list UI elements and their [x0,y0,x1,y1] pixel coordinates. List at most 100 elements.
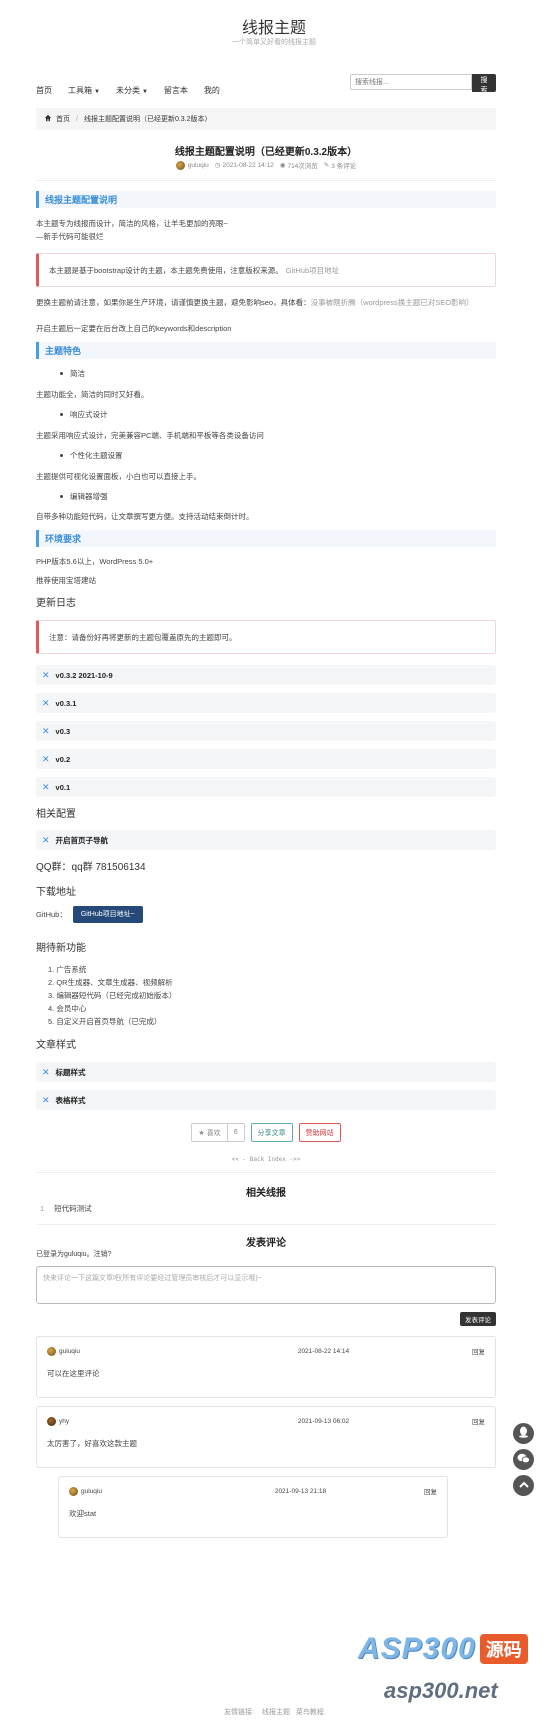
qq-float-button[interactable] [513,1423,534,1444]
feature-desc: 自带多种功能短代码，让文章撰写更方便。支持活动结束倒计时。 [36,512,254,521]
close-icon: ✕ [42,697,50,708]
post-author[interactable]: guluqiu [175,160,209,170]
env-bt: 推荐使用宝塔建站 [36,576,96,585]
search-button[interactable]: 搜索 [472,74,496,94]
bullet [60,495,63,498]
post-title: 线报主题配置说明（已经更新0.3.2版本） [174,147,358,158]
close-icon: ✕ [42,834,50,845]
watermark-brand: ASP300 [358,1632,476,1665]
edit-icon: ✎ [323,162,330,169]
nav-home[interactable]: 首页 [36,85,52,96]
github-label: GitHub： [36,910,67,919]
like-count: 6 [233,1129,238,1136]
heading-changelog: 更新日志 [36,598,76,609]
heading-env: 环境要求 [36,530,496,547]
wechat-float-button[interactable] [513,1449,534,1470]
date-text: 2021-08-22 14:12 [222,161,274,169]
accordion-item[interactable]: ✕ v0.1 [36,777,496,797]
bullet [60,454,63,457]
related-link[interactable]: 短代码测试 [54,1202,92,1215]
back-index-link[interactable]: << - Back Index ->> [36,1156,496,1163]
github-row: GitHub： GitHub项目地址~ [36,906,496,923]
reply-button[interactable]: 回复 [455,1346,485,1356]
penguin-icon [518,1426,529,1441]
eye-icon: ◉ [279,162,286,169]
heading-style: 文章样式 [36,1040,76,1051]
divider [36,1224,496,1225]
comment-text: 可以在这里评论 [47,1369,100,1378]
accordion-item[interactable]: ✕ v0.3.1 [36,693,496,713]
footer-label: 友情链接: [224,1709,255,1716]
breadcrumb-home[interactable]: 首页 [56,114,70,124]
comment-header: guluqiu 2021-08-22 14:14 回复 [37,1340,495,1362]
sponsor-button[interactable]: 赞助网站 [298,1123,341,1142]
list-item: 1. 广告系统 [48,965,87,974]
comment-form-title: 发表评论 [246,1238,286,1249]
qq-group: QQ群：qq群 781506134 [36,862,146,873]
intro-line-1: 本主题专为线报而设计，简洁的风格，让羊毛更加的亮眼~ [36,219,228,228]
github-link[interactable]: GitHub项目地址 [286,265,339,276]
comment-author-name: guluqiu [81,1487,102,1495]
watermark-tag: 源码 [479,1634,528,1664]
heading-download: 下载地址 [36,887,76,898]
back-to-top-button[interactable] [513,1475,534,1496]
accordion-label: 表格样式 [55,1095,86,1105]
comment-header: yhy 2021-09-13 06:02 回复 [37,1410,495,1432]
chevron-down-icon: ▼ [94,88,100,95]
accordion-item[interactable]: ✕ 标题样式 [36,1062,496,1082]
list-item-text: 编辑器增强 [70,492,108,501]
close-icon: ✕ [42,753,50,764]
accordion-label: 开启首页子导航 [55,835,109,845]
nav-me[interactable]: 我的 [204,85,220,96]
accordion-item[interactable]: ✕ v0.3.2 2021-10-9 [36,665,496,685]
comment-time: 2021-09-13 21:18 [274,1487,327,1495]
submit-comment-button[interactable]: 发表评论 [460,1312,496,1326]
site-title[interactable]: 线报主题 [0,14,548,38]
watermark-brand-row: ASP300 源码 [358,1632,528,1666]
chevron-down-icon: ▼ [141,88,148,95]
accordion-item[interactable]: ✕ v0.2 [36,749,496,769]
site-subtitle: 一个简单又好看的线报主题 [232,39,316,46]
comment-card-reply: guluqiu 2021-09-13 21:18 回复 欢迎stat [58,1476,448,1538]
close-icon: ✕ [42,1066,50,1077]
footer-link[interactable]: 菜鸟教程 [296,1709,324,1716]
seo-article-link[interactable]: 没事被瞎折腾（wordpress换主题已对SEO影响） [311,298,474,307]
comment-card: yhy 2021-09-13 06:02 回复 太厉害了，好喜欢这款主题 [36,1406,496,1468]
accordion-item[interactable]: ✕ 表格样式 [36,1090,496,1110]
views-text: 714次浏览 [287,163,318,170]
accordion-label: v0.1 [55,782,71,792]
post-comments[interactable]: ✎ 3 条评论 [324,160,356,170]
like-button[interactable]: ★ 喜欢 6 [191,1123,245,1142]
list-item: 响应式设计 [36,409,496,420]
nav-tools-label: 工具箱 [68,85,92,95]
reply-button[interactable]: 回复 [407,1486,437,1496]
github-button[interactable]: GitHub项目地址~ [72,906,143,923]
accordion-item[interactable]: ✕ 开启首页子导航 [36,830,496,850]
divider [36,180,496,181]
list-item-text: 编辑器短代码（已经完成初始版本） [56,991,177,1000]
heading-future: 期待新功能 [36,943,86,954]
comment-textarea[interactable]: 快来评论一下这篇文章吧(所有评论要经过管理员审核后才可以显示哦)~ [36,1266,496,1304]
close-icon: ✕ [42,1094,50,1105]
comment-text: 欢迎stat [69,1509,97,1518]
notice-text: 注意：请备份好再将更新的主题包覆盖原先的主题即可。 [49,632,237,642]
nav-uncategorized[interactable]: 未分类 ▼ [116,85,148,96]
accordion-item[interactable]: ✕ v0.3 [36,721,496,741]
avatar [175,160,185,170]
warning-text: 更换主题前请注意，如果你是生产环境，请谨慎更换主题，避免影响seo，具体看：没事… [36,296,496,309]
footer-link[interactable]: 线报主题 [262,1709,290,1716]
nav-tools[interactable]: 工具箱 ▼ [68,85,100,96]
breadcrumb-current: 线报主题配置说明（已经更新0.3.2版本） [83,116,212,123]
share-button[interactable]: 分享文章 [250,1123,293,1142]
nav-guestbook[interactable]: 留言本 [164,85,188,96]
accordion-label: v0.3.1 [55,698,77,708]
logged-in-status[interactable]: 已登录为guluqiu。注销? [36,1248,496,1261]
reply-button[interactable]: 回复 [455,1416,485,1426]
search-input[interactable] [350,74,472,90]
chevron-up-icon [518,1480,529,1491]
comment-time: 2021-08-22 14:14 [297,1347,350,1355]
related-list: 1 短代码测试 [36,1202,496,1215]
comment-time: 2021-09-13 06:02 [297,1417,350,1425]
comment-author-name: guluqiu [59,1347,80,1355]
list-item-text: 会员中心 [56,1004,87,1013]
